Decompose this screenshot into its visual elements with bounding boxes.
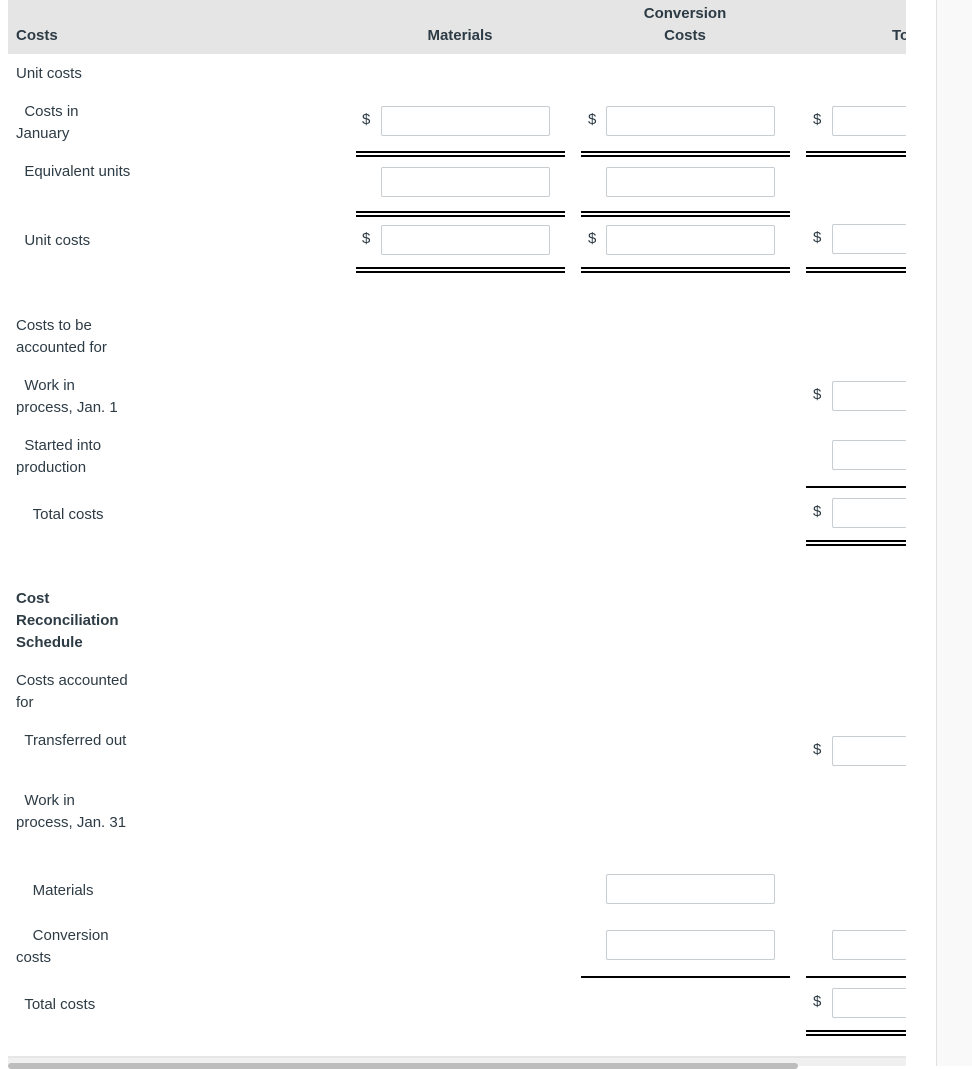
wip-conversion-costs-total-input[interactable] bbox=[832, 930, 906, 960]
dollar-sign: $ bbox=[362, 230, 371, 247]
double-underline bbox=[806, 1030, 906, 1036]
right-side-panel bbox=[936, 0, 972, 1066]
single-underline bbox=[806, 486, 906, 488]
transferred-out-total-input[interactable] bbox=[832, 736, 906, 766]
single-underline bbox=[806, 976, 906, 978]
label-wip-conversion-costs: Conversion costs bbox=[16, 927, 109, 966]
header-total: Total bbox=[892, 27, 906, 44]
label-costs-to-be-accounted-for: Costs to be accounted for bbox=[16, 317, 107, 356]
double-underline bbox=[581, 151, 790, 157]
double-underline bbox=[581, 211, 790, 217]
label-costs-in-january: Costs in January bbox=[16, 103, 79, 142]
double-underline bbox=[806, 540, 906, 546]
label-unit-costs-row: Unit costs bbox=[16, 232, 91, 249]
costs-january-materials-input[interactable] bbox=[381, 106, 550, 136]
double-underline bbox=[806, 151, 906, 157]
costs-january-conversion-input[interactable] bbox=[606, 106, 775, 136]
unit-costs-materials-input[interactable] bbox=[381, 225, 550, 255]
cost-schedule-table: Costs Materials Conversion Costs Total U… bbox=[8, 0, 906, 1066]
wip-materials-input[interactable] bbox=[606, 874, 775, 904]
double-underline bbox=[356, 267, 565, 273]
double-underline bbox=[806, 267, 906, 273]
label-total-costs: Total costs bbox=[16, 506, 104, 523]
dollar-sign: $ bbox=[813, 741, 822, 758]
dollar-sign: $ bbox=[362, 111, 371, 128]
double-underline bbox=[581, 267, 790, 273]
wip-conversion-costs-input[interactable] bbox=[606, 930, 775, 960]
horizontal-scrollbar-thumb[interactable] bbox=[8, 1063, 798, 1069]
dollar-sign: $ bbox=[813, 229, 822, 246]
label-wip-materials: Materials bbox=[16, 882, 94, 899]
dollar-sign: $ bbox=[813, 503, 822, 520]
dollar-sign: $ bbox=[588, 111, 597, 128]
label-costs-accounted-for: Costs accounted for bbox=[16, 672, 128, 711]
wip-jan-1-total-input[interactable] bbox=[832, 381, 906, 411]
started-into-production-total-input[interactable] bbox=[832, 440, 906, 470]
dollar-sign: $ bbox=[813, 111, 822, 128]
dollar-sign: $ bbox=[588, 230, 597, 247]
costs-january-total-input[interactable] bbox=[832, 106, 906, 136]
label-cost-reconciliation-schedule: Cost Reconciliation Schedule bbox=[16, 590, 119, 651]
double-underline bbox=[356, 151, 565, 157]
label-unit-costs: Unit costs bbox=[16, 65, 82, 82]
label-wip-jan-31: Work in process, Jan. 31 bbox=[16, 792, 127, 831]
label-total-costs-reconciliation: Total costs bbox=[16, 996, 96, 1013]
single-underline bbox=[581, 976, 790, 978]
header-conversion-costs: Conversion Costs bbox=[643, 5, 727, 44]
label-started-into-production: Started into production bbox=[16, 437, 102, 476]
label-transferred-out: Transferred out bbox=[16, 732, 127, 749]
unit-costs-total-input[interactable] bbox=[832, 224, 906, 254]
double-underline bbox=[356, 211, 565, 217]
dollar-sign: $ bbox=[813, 993, 822, 1010]
total-costs-reconciliation-total-input[interactable] bbox=[832, 988, 906, 1018]
label-equivalent-units: Equivalent units bbox=[16, 163, 131, 180]
unit-costs-conversion-input[interactable] bbox=[606, 225, 775, 255]
label-wip-jan-1: Work in process, Jan. 1 bbox=[16, 377, 118, 416]
header-materials: Materials bbox=[427, 27, 493, 44]
table-header: Costs Materials Conversion Costs Total bbox=[8, 0, 906, 54]
header-costs: Costs bbox=[16, 27, 58, 44]
equivalent-units-conversion-input[interactable] bbox=[606, 167, 775, 197]
total-costs-total-input[interactable] bbox=[832, 498, 906, 528]
dollar-sign: $ bbox=[813, 386, 822, 403]
equivalent-units-materials-input[interactable] bbox=[381, 167, 550, 197]
